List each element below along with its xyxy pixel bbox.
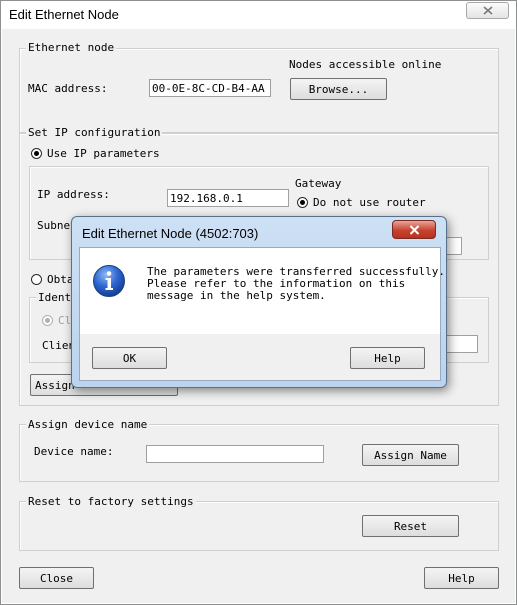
browse-button[interactable]: Browse... [290,78,387,100]
dialog-body: The parameters were transferred successf… [79,247,445,381]
dialog-help-button[interactable]: Help [350,347,425,369]
mac-address-field[interactable]: 00-0E-8C-CD-B4-AA [149,79,271,97]
factory-reset-group-label: Reset to factory settings [26,495,196,508]
close-button[interactable]: Close [19,567,94,589]
gateway-label: Gateway [295,177,342,190]
reset-button[interactable]: Reset [362,515,459,537]
use-ip-label: Use IP parameters [47,147,160,160]
ethernet-node-group-label: Ethernet node [26,41,117,54]
device-name-field[interactable] [146,445,324,463]
ip-address-label: IP address: [37,188,110,201]
message-dialog: Edit Ethernet Node (4502:703) The parame… [71,216,447,388]
client-id-radio-label: Cl [58,314,72,327]
mac-address-label: MAC address: [28,82,108,95]
close-icon [482,6,493,15]
close-icon [409,224,419,235]
window-close-button[interactable] [466,2,509,19]
ip-config-group-label: Set IP configuration [26,126,163,139]
help-button[interactable]: Help [424,567,499,589]
dialog-message-line-3: message in the help system. [147,289,326,302]
no-router-radio[interactable] [297,197,308,208]
ip-address-field[interactable]: 192.168.0.1 [167,189,289,207]
assign-name-button[interactable]: Assign Name [362,444,459,466]
dialog-title: Edit Ethernet Node (4502:703) [82,226,259,241]
use-ip-radio[interactable] [31,148,42,159]
title-bar: Edit Ethernet Node [1,1,516,29]
client-id-radio[interactable] [42,315,53,326]
info-icon [92,264,126,298]
obtain-ip-label: Obta [47,273,74,286]
nodes-online-label: Nodes accessible online [289,58,442,71]
dialog-ok-button[interactable]: OK [92,347,167,369]
dialog-close-button[interactable] [392,220,436,239]
device-name-label: Device name: [34,445,114,458]
no-router-label: Do not use router [313,196,426,209]
obtain-ip-radio[interactable] [31,274,42,285]
window-title: Edit Ethernet Node [9,7,119,22]
device-name-group-label: Assign device name [26,418,150,431]
